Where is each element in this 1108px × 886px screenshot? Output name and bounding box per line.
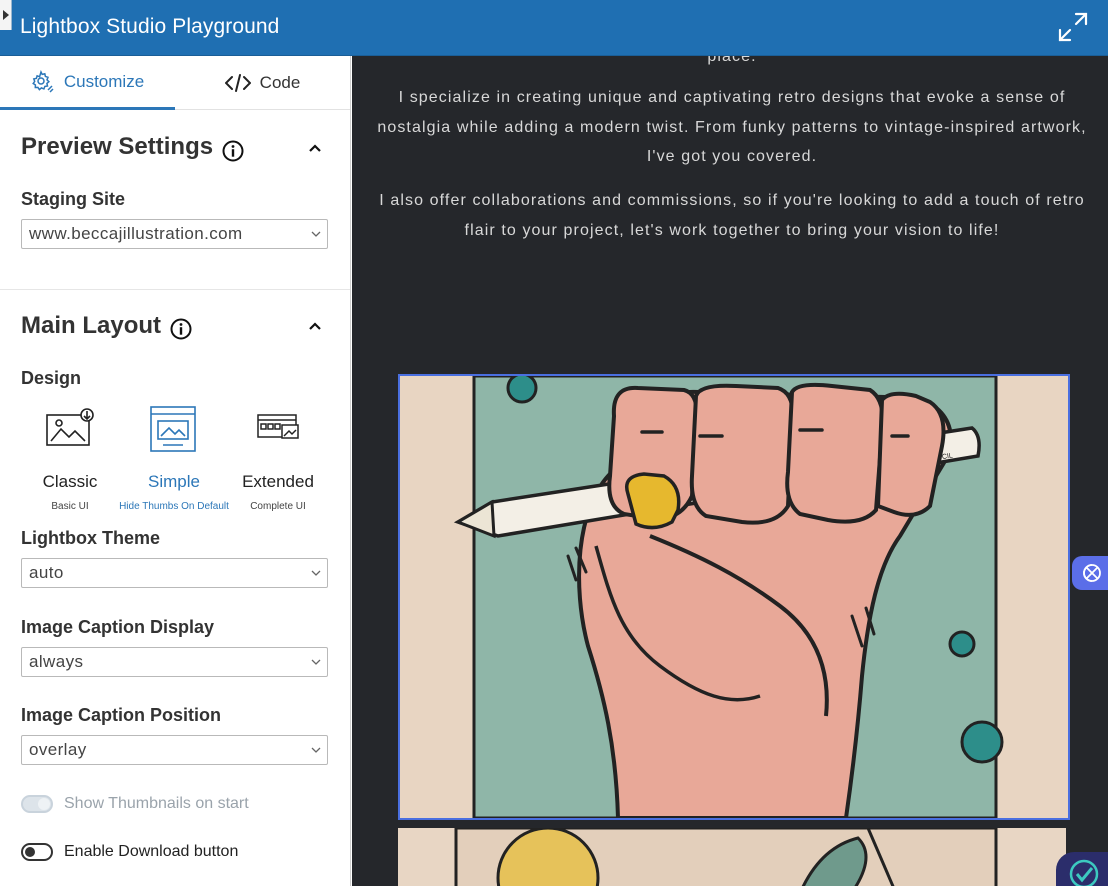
section-divider [0, 289, 350, 290]
design-option-classic[interactable]: Classic Basic UI [18, 405, 122, 517]
thumbnails-toggle-label: Show Thumbnails on start [64, 795, 249, 812]
caption-position-value: overlay [29, 740, 87, 759]
tab-code[interactable]: Code [175, 56, 350, 110]
app-title: Lightbox Studio Playground [20, 15, 280, 38]
extended-layout-icon [257, 414, 299, 439]
caption-position-label: Image Caption Position [21, 705, 222, 725]
expand-icon [1058, 12, 1088, 42]
code-icon [224, 74, 251, 92]
fist-pencil-illustration: PENCIL [400, 376, 1068, 818]
design-option-name: Extended [242, 472, 314, 491]
preview-partial-text: place. [707, 56, 757, 65]
chevron-down-icon [311, 231, 321, 237]
preview-paragraph-1: I specialize in creating unique and capt… [377, 89, 1087, 165]
caption-display-select[interactable]: always [21, 647, 328, 677]
tab-customize[interactable]: Customize [0, 56, 175, 110]
collapse-preview-settings-icon[interactable] [307, 140, 323, 156]
design-option-name: Classic [42, 472, 98, 491]
caret-right-icon [3, 10, 9, 20]
info-icon[interactable] [222, 140, 244, 162]
site-preview: place. I specialize in creating unique a… [352, 56, 1108, 886]
staging-site-label: Staging Site [21, 189, 126, 209]
app-header: Lightbox Studio Playground [0, 0, 1108, 56]
gallery-image-second[interactable] [398, 828, 1066, 886]
gear-brush-icon [31, 69, 54, 93]
sidebar-collapse-toggle[interactable] [0, 0, 12, 30]
download-toggle-label: Enable Download button [64, 843, 239, 860]
sidebar-tabs: Customize Code [0, 56, 350, 110]
spiral-logo-icon [1083, 564, 1101, 582]
collapse-main-layout-icon[interactable] [307, 318, 323, 334]
image-download-icon [46, 408, 94, 446]
thumbnails-toggle[interactable] [21, 795, 53, 813]
gallery-image-fist-pencil[interactable]: PENCIL [398, 374, 1070, 820]
lightbox-theme-label: Lightbox Theme [21, 528, 160, 548]
main-layout-title: Main Layout [21, 312, 162, 339]
tab-customize-label: Customize [63, 71, 145, 91]
design-option-extended[interactable]: Extended Complete UI [226, 405, 330, 517]
chevron-down-icon [311, 659, 321, 665]
preview-paragraph-2: I also offer collaborations and commissi… [379, 192, 1085, 239]
grammar-check-widget[interactable] [1056, 852, 1108, 886]
design-option-simple[interactable]: Simple Hide Thumbs On Default [119, 405, 229, 517]
preview-settings-title: Preview Settings [21, 133, 214, 160]
simple-layout-icon [150, 406, 196, 452]
caption-display-value: always [29, 652, 84, 671]
caption-position-select[interactable]: overlay [21, 735, 328, 765]
second-illustration [398, 828, 1066, 886]
lightbox-theme-select[interactable]: auto [21, 558, 328, 588]
download-toggle[interactable] [21, 843, 53, 861]
design-option-subtitle: Complete UI [250, 501, 306, 512]
lightbox-theme-value: auto [29, 563, 64, 582]
caption-display-label: Image Caption Display [21, 617, 215, 637]
assistant-side-button[interactable] [1072, 556, 1108, 590]
design-option-name: Simple [148, 472, 200, 491]
check-badge-icon [1069, 859, 1099, 886]
staging-site-value: www.beccajillustration.com [29, 224, 243, 243]
design-label: Design [21, 368, 82, 388]
chevron-down-icon [311, 747, 321, 753]
download-toggle-row: Enable Download button [21, 841, 238, 863]
thumbnails-toggle-row: Show Thumbnails on start [21, 793, 249, 815]
tab-code-label: Code [259, 73, 301, 92]
staging-site-select[interactable]: www.beccajillustration.com [21, 219, 328, 249]
fullscreen-button[interactable] [1058, 12, 1088, 42]
info-icon[interactable] [170, 318, 192, 340]
chevron-down-icon [311, 570, 321, 576]
